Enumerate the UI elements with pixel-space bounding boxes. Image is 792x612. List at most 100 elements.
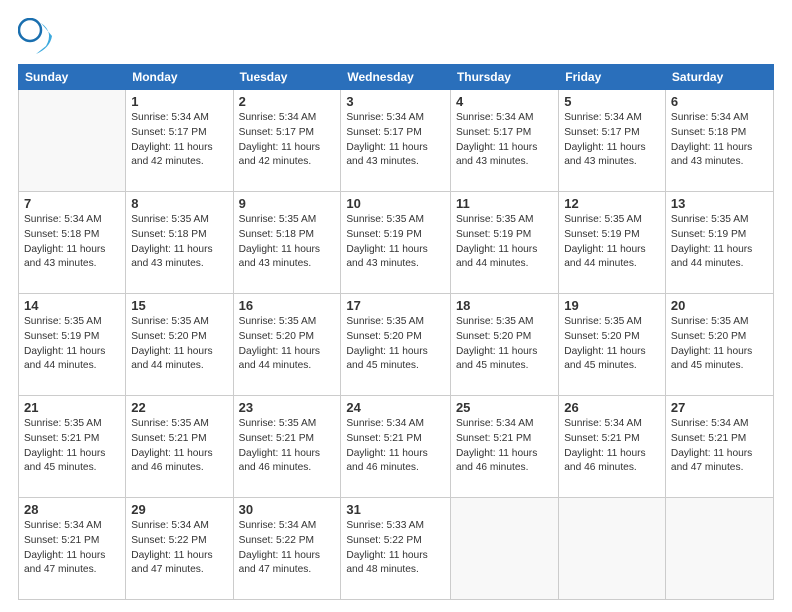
calendar-cell: 26Sunrise: 5:34 AM Sunset: 5:21 PM Dayli… xyxy=(559,396,666,498)
day-number: 25 xyxy=(456,400,553,415)
day-info: Sunrise: 5:34 AM Sunset: 5:17 PM Dayligh… xyxy=(564,111,660,170)
day-info: Sunrise: 5:35 AM Sunset: 5:18 PM Dayligh… xyxy=(131,213,227,272)
logo-icon xyxy=(18,18,54,54)
calendar-table: SundayMondayTuesdayWednesdayThursdayFrid… xyxy=(18,64,774,600)
weekday-header: Friday xyxy=(559,65,666,90)
day-number: 15 xyxy=(131,298,227,313)
day-info: Sunrise: 5:35 AM Sunset: 5:21 PM Dayligh… xyxy=(239,417,336,476)
calendar-cell: 24 Sunrise: 5:34 AM Sunset: 5:21 PM Dayli… xyxy=(341,396,451,498)
day-number: 9 xyxy=(239,196,336,211)
day-info: Sunrise: 5:34 AM Sunset: 5:17 PM Dayligh… xyxy=(346,111,445,170)
day-number: 29 xyxy=(131,502,227,517)
header-row: SundayMondayTuesdayWednesdayThursdayFrid… xyxy=(19,65,774,90)
calendar-cell xyxy=(665,498,773,600)
day-number: 22 xyxy=(131,400,227,415)
calendar-header: SundayMondayTuesdayWednesdayThursdayFrid… xyxy=(19,65,774,90)
day-info: Sunrise: 5:34 AM Sunset: 5:22 PM Dayligh… xyxy=(239,519,336,578)
week-row: 1 Sunrise: 5:34 AM Sunset: 5:17 PM Daylig… xyxy=(19,90,774,192)
day-number: 11 xyxy=(456,196,553,211)
calendar-cell: 23 Sunrise: 5:35 AM Sunset: 5:21 PM Dayli… xyxy=(233,396,341,498)
weekday-header: Wednesday xyxy=(341,65,451,90)
day-number: 30 xyxy=(239,502,336,517)
day-number: 7 xyxy=(24,196,120,211)
day-info: Sunrise: 5:34 AM Sunset: 5:18 PM Dayligh… xyxy=(24,213,120,272)
day-info: Sunrise: 5:35 AM Sunset: 5:19 PM Dayligh… xyxy=(346,213,445,272)
day-number: 10 xyxy=(346,196,445,211)
day-number: 1 xyxy=(131,94,227,109)
week-row: 21 Sunrise: 5:35 AM Sunset: 5:21 PM Dayli… xyxy=(19,396,774,498)
day-number: 2 xyxy=(239,94,336,109)
calendar-cell: 27 Sunrise: 5:34 AM Sunset: 5:21 PM Dayli… xyxy=(665,396,773,498)
day-info: Sunrise: 5:35 AM Sunset: 5:19 PM Dayligh… xyxy=(564,213,660,272)
day-info: Sunrise: 5:33 AM Sunset: 5:22 PM Dayligh… xyxy=(346,519,445,578)
calendar-cell: 17 Sunrise: 5:35 AM Sunset: 5:20 PM Dayli… xyxy=(341,294,451,396)
day-number: 8 xyxy=(131,196,227,211)
calendar-body: 1 Sunrise: 5:34 AM Sunset: 5:17 PM Daylig… xyxy=(19,90,774,600)
calendar-cell: 14Sunrise: 5:35 AM Sunset: 5:19 PM Dayli… xyxy=(19,294,126,396)
day-info: Sunrise: 5:35 AM Sunset: 5:21 PM Dayligh… xyxy=(131,417,227,476)
day-number: 6 xyxy=(671,94,768,109)
day-info: Sunrise: 5:35 AM Sunset: 5:21 PM Dayligh… xyxy=(24,417,120,476)
calendar-cell: 12Sunrise: 5:35 AM Sunset: 5:19 PM Dayli… xyxy=(559,192,666,294)
day-info: Sunrise: 5:34 AM Sunset: 5:18 PM Dayligh… xyxy=(671,111,768,170)
calendar-cell: 10 Sunrise: 5:35 AM Sunset: 5:19 PM Dayli… xyxy=(341,192,451,294)
calendar-cell: 7 Sunrise: 5:34 AM Sunset: 5:18 PM Daylig… xyxy=(19,192,126,294)
calendar-cell: 1 Sunrise: 5:34 AM Sunset: 5:17 PM Daylig… xyxy=(126,90,233,192)
day-number: 4 xyxy=(456,94,553,109)
day-number: 21 xyxy=(24,400,120,415)
day-number: 26 xyxy=(564,400,660,415)
weekday-header: Thursday xyxy=(450,65,558,90)
weekday-header: Saturday xyxy=(665,65,773,90)
calendar-cell xyxy=(559,498,666,600)
day-number: 16 xyxy=(239,298,336,313)
day-number: 3 xyxy=(346,94,445,109)
day-info: Sunrise: 5:35 AM Sunset: 5:20 PM Dayligh… xyxy=(671,315,768,374)
weekday-header: Sunday xyxy=(19,65,126,90)
day-number: 31 xyxy=(346,502,445,517)
calendar-cell: 20Sunrise: 5:35 AM Sunset: 5:20 PM Dayli… xyxy=(665,294,773,396)
calendar-cell: 28Sunrise: 5:34 AM Sunset: 5:21 PM Dayli… xyxy=(19,498,126,600)
calendar-cell xyxy=(450,498,558,600)
calendar-cell: 18Sunrise: 5:35 AM Sunset: 5:20 PM Dayli… xyxy=(450,294,558,396)
day-number: 24 xyxy=(346,400,445,415)
day-info: Sunrise: 5:34 AM Sunset: 5:21 PM Dayligh… xyxy=(456,417,553,476)
weekday-header: Monday xyxy=(126,65,233,90)
day-number: 14 xyxy=(24,298,120,313)
logo xyxy=(18,18,60,54)
day-info: Sunrise: 5:34 AM Sunset: 5:21 PM Dayligh… xyxy=(671,417,768,476)
week-row: 7 Sunrise: 5:34 AM Sunset: 5:18 PM Daylig… xyxy=(19,192,774,294)
calendar-cell: 5 Sunrise: 5:34 AM Sunset: 5:17 PM Daylig… xyxy=(559,90,666,192)
day-number: 27 xyxy=(671,400,768,415)
day-number: 17 xyxy=(346,298,445,313)
day-number: 13 xyxy=(671,196,768,211)
calendar-cell: 15 Sunrise: 5:35 AM Sunset: 5:20 PM Dayli… xyxy=(126,294,233,396)
week-row: 28Sunrise: 5:34 AM Sunset: 5:21 PM Dayli… xyxy=(19,498,774,600)
day-info: Sunrise: 5:34 AM Sunset: 5:22 PM Dayligh… xyxy=(131,519,227,578)
day-info: Sunrise: 5:34 AM Sunset: 5:17 PM Dayligh… xyxy=(456,111,553,170)
calendar-cell: 6 Sunrise: 5:34 AM Sunset: 5:18 PM Daylig… xyxy=(665,90,773,192)
calendar-cell: 30 Sunrise: 5:34 AM Sunset: 5:22 PM Dayli… xyxy=(233,498,341,600)
calendar-cell: 29 Sunrise: 5:34 AM Sunset: 5:22 PM Dayli… xyxy=(126,498,233,600)
day-info: Sunrise: 5:34 AM Sunset: 5:21 PM Dayligh… xyxy=(346,417,445,476)
calendar-cell: 3 Sunrise: 5:34 AM Sunset: 5:17 PM Daylig… xyxy=(341,90,451,192)
day-info: Sunrise: 5:35 AM Sunset: 5:19 PM Dayligh… xyxy=(456,213,553,272)
day-info: Sunrise: 5:35 AM Sunset: 5:20 PM Dayligh… xyxy=(456,315,553,374)
calendar-cell: 25 Sunrise: 5:34 AM Sunset: 5:21 PM Dayli… xyxy=(450,396,558,498)
day-info: Sunrise: 5:35 AM Sunset: 5:18 PM Dayligh… xyxy=(239,213,336,272)
calendar-cell xyxy=(19,90,126,192)
calendar-cell: 21 Sunrise: 5:35 AM Sunset: 5:21 PM Dayli… xyxy=(19,396,126,498)
day-number: 5 xyxy=(564,94,660,109)
calendar-cell: 11 Sunrise: 5:35 AM Sunset: 5:19 PM Dayli… xyxy=(450,192,558,294)
calendar-cell: 9 Sunrise: 5:35 AM Sunset: 5:18 PM Daylig… xyxy=(233,192,341,294)
calendar-cell: 4 Sunrise: 5:34 AM Sunset: 5:17 PM Daylig… xyxy=(450,90,558,192)
day-info: Sunrise: 5:34 AM Sunset: 5:17 PM Dayligh… xyxy=(131,111,227,170)
day-info: Sunrise: 5:35 AM Sunset: 5:20 PM Dayligh… xyxy=(346,315,445,374)
day-info: Sunrise: 5:35 AM Sunset: 5:20 PM Dayligh… xyxy=(239,315,336,374)
page: SundayMondayTuesdayWednesdayThursdayFrid… xyxy=(0,0,792,612)
calendar-cell: 2 Sunrise: 5:34 AM Sunset: 5:17 PM Daylig… xyxy=(233,90,341,192)
day-info: Sunrise: 5:35 AM Sunset: 5:20 PM Dayligh… xyxy=(131,315,227,374)
day-number: 23 xyxy=(239,400,336,415)
calendar-cell: 22 Sunrise: 5:35 AM Sunset: 5:21 PM Dayli… xyxy=(126,396,233,498)
day-info: Sunrise: 5:34 AM Sunset: 5:21 PM Dayligh… xyxy=(24,519,120,578)
day-info: Sunrise: 5:34 AM Sunset: 5:17 PM Dayligh… xyxy=(239,111,336,170)
